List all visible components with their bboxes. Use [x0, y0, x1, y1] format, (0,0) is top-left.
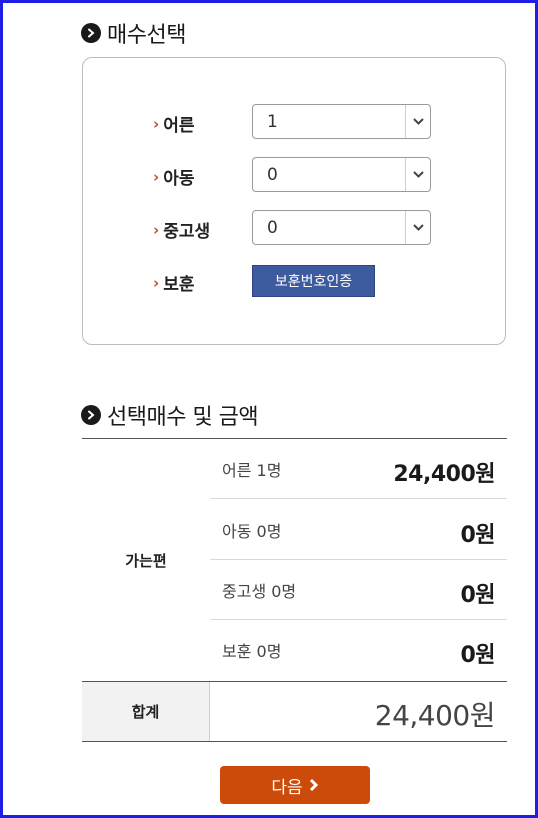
chevron-right-icon: ›: [153, 220, 160, 239]
chevron-down-icon: [405, 211, 430, 244]
page-frame: 매수선택 › 어른 1 › 아동 0 › 중고생 0 › 보훈 보훈번호인증 선…: [0, 0, 538, 818]
ticket-select-heading: 매수선택: [81, 17, 186, 49]
summary-line-veteran: 보훈 0명 0원: [210, 620, 507, 680]
adult-row: › 어른 1: [83, 104, 505, 140]
chevron-right-icon: ›: [153, 273, 160, 292]
chevron-right-icon: ›: [153, 114, 160, 133]
adult-count-value: 1: [267, 112, 278, 132]
student-label: 중고생: [163, 222, 211, 242]
veteran-auth-button[interactable]: 보훈번호인증: [252, 265, 375, 297]
student-count-select[interactable]: 0: [252, 210, 431, 245]
child-label: 아동: [163, 169, 195, 189]
child-row: › 아동 0: [83, 157, 505, 193]
next-button-label: 다음: [271, 777, 303, 798]
line-label: 중고생 0명: [222, 582, 297, 601]
ticket-select-panel: › 어른 1 › 아동 0 › 중고생 0 › 보훈 보훈번호인증: [82, 57, 506, 345]
total-row: 합계 24,400원: [82, 681, 507, 741]
adult-label: 어른: [163, 116, 195, 136]
line-label: 어른 1명: [222, 461, 282, 480]
chevron-right-icon: [309, 778, 318, 792]
chevron-right-icon: ›: [153, 167, 160, 186]
line-label: 보훈 0명: [222, 642, 282, 661]
line-label: 아동 0명: [222, 522, 282, 541]
line-amount: 0원: [460, 643, 495, 668]
summary-heading: 선택매수 및 금액: [81, 399, 259, 431]
student-count-value: 0: [267, 218, 278, 238]
chevron-circle-icon: [81, 405, 101, 425]
direction-label: 가는편: [125, 551, 167, 570]
ticket-select-title: 매수선택: [107, 23, 186, 48]
child-count-value: 0: [267, 165, 278, 185]
next-button[interactable]: 다음: [220, 766, 370, 804]
summary-title: 선택매수 및 금액: [107, 405, 259, 430]
veteran-label: 보훈: [163, 275, 195, 295]
adult-count-select[interactable]: 1: [252, 104, 431, 139]
line-amount: 24,400원: [393, 462, 495, 487]
line-amount: 0원: [460, 523, 495, 548]
total-amount: 24,400원: [374, 699, 496, 732]
chevron-down-icon: [405, 158, 430, 191]
summary-line-child: 아동 0명 0원: [210, 500, 507, 560]
summary-line-adult: 어른 1명 24,400원: [210, 439, 507, 499]
child-count-select[interactable]: 0: [252, 157, 431, 192]
total-label: 합계: [82, 682, 210, 741]
line-amount: 0원: [460, 583, 495, 608]
chevron-circle-icon: [81, 23, 101, 43]
summary-table: 가는편 어른 1명 24,400원 아동 0명 0원 중고생 0명 0원 보훈 …: [82, 438, 507, 742]
chevron-down-icon: [405, 105, 430, 138]
veteran-row: › 보훈 보훈번호인증: [83, 263, 505, 299]
summary-line-student: 중고생 0명 0원: [210, 560, 507, 620]
student-row: › 중고생 0: [83, 210, 505, 246]
